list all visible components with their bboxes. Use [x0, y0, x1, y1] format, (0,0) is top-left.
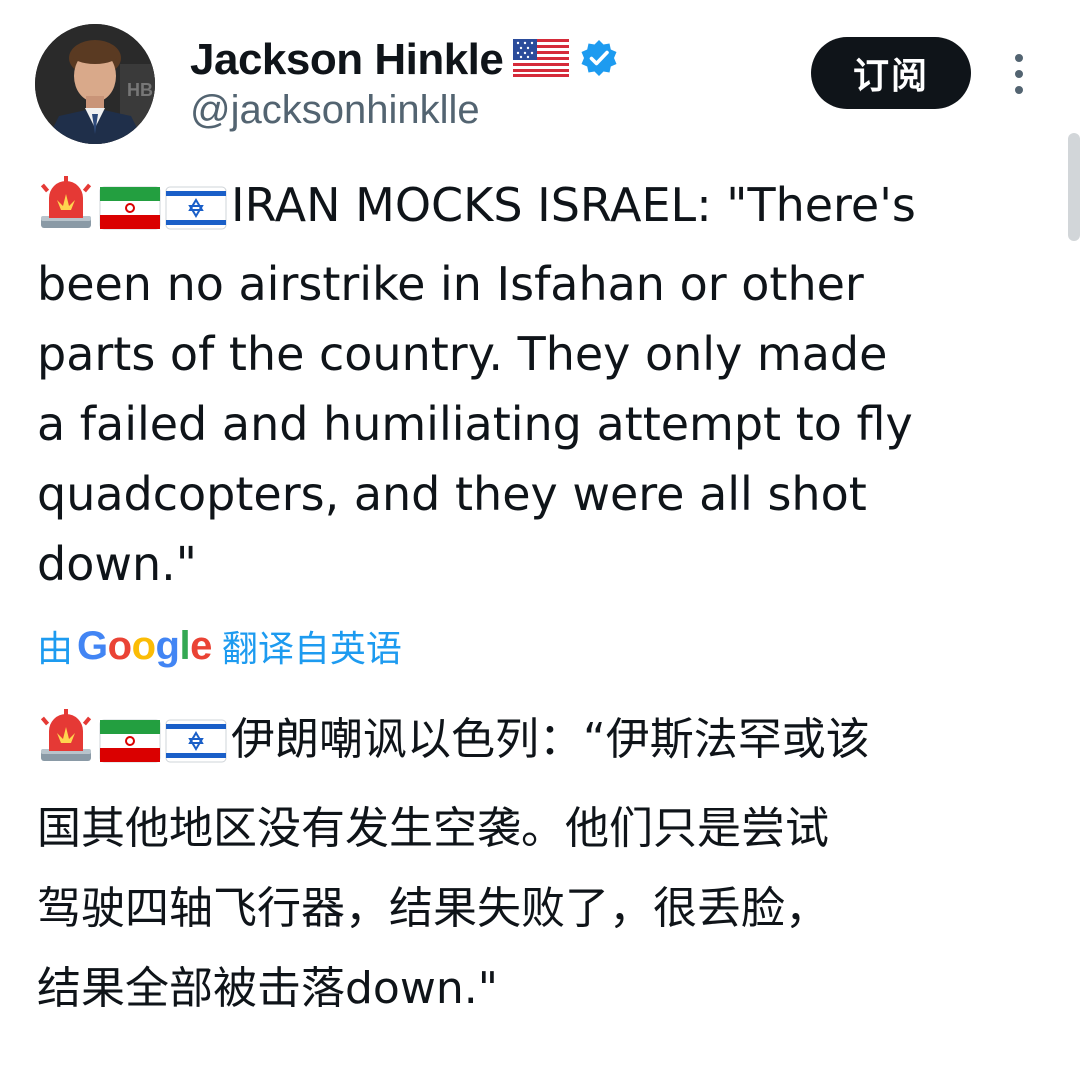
rotating-light-icon: [37, 709, 95, 789]
tweet-line: parts of the country. They only made: [37, 327, 888, 381]
israel-flag-icon: [165, 179, 227, 249]
tweet-line: been no airstrike in Isfahan or other: [37, 257, 864, 311]
translation-suffix: 翻译自英语: [221, 629, 402, 670]
tweet-line: a failed and humiliating attempt to fly: [37, 397, 913, 451]
subscribe-button[interactable]: 订阅: [811, 37, 971, 109]
israel-flag-icon: [165, 709, 227, 789]
translated-tweet-text: 伊朗嘲讽以色列：“伊斯法罕或该 国其他地区没有发生空袭。他们只是尝试 驾驶四轴飞…: [37, 700, 1047, 1029]
iran-flag-icon: [99, 709, 161, 789]
vertical-ellipsis-icon[interactable]: [1005, 52, 1033, 96]
rotating-light-icon: [37, 176, 95, 249]
translated-line: 伊朗嘲讽以色列：“伊斯法罕或该: [37, 700, 1047, 789]
translation-attribution-link[interactable]: 由 Google 翻译自英语: [37, 620, 402, 672]
iran-flag-icon: [99, 179, 161, 249]
tweet-line: IRAN MOCKS ISRAEL: "There's: [37, 170, 1037, 249]
tweet-line: down.": [37, 537, 197, 591]
tweet-text: IRAN MOCKS ISRAEL: "There's been no airs…: [37, 170, 1037, 599]
svg-text:HB: HB: [127, 80, 153, 100]
tweet-line-text: IRAN MOCKS ISRAEL: "There's: [231, 178, 916, 232]
us-flag-icon: [513, 39, 570, 81]
translated-line: 驾驶四轴飞行器，结果失败了，很丢脸，: [37, 883, 829, 934]
translated-line: 国其他地区没有发生空袭。他们只是尝试: [37, 803, 829, 854]
author-display-name[interactable]: Jackson Hinkle: [190, 35, 504, 85]
google-logo: Google: [77, 623, 212, 668]
author-handle[interactable]: @jacksonhinklle: [190, 88, 480, 133]
verified-badge-icon[interactable]: [579, 38, 619, 82]
scrollbar-thumb[interactable]: [1068, 133, 1080, 241]
avatar[interactable]: HB: [35, 24, 155, 144]
translated-line: 结果全部被击落down.": [37, 963, 498, 1014]
tweet-line: quadcopters, and they were all shot: [37, 467, 867, 521]
translation-prefix: 由: [37, 629, 74, 670]
profile-photo: HB: [35, 24, 155, 144]
author-name-row[interactable]: Jackson Hinkle: [190, 32, 619, 88]
translated-line-text: 伊朗嘲讽以色列：“伊斯法罕或该: [231, 714, 870, 765]
